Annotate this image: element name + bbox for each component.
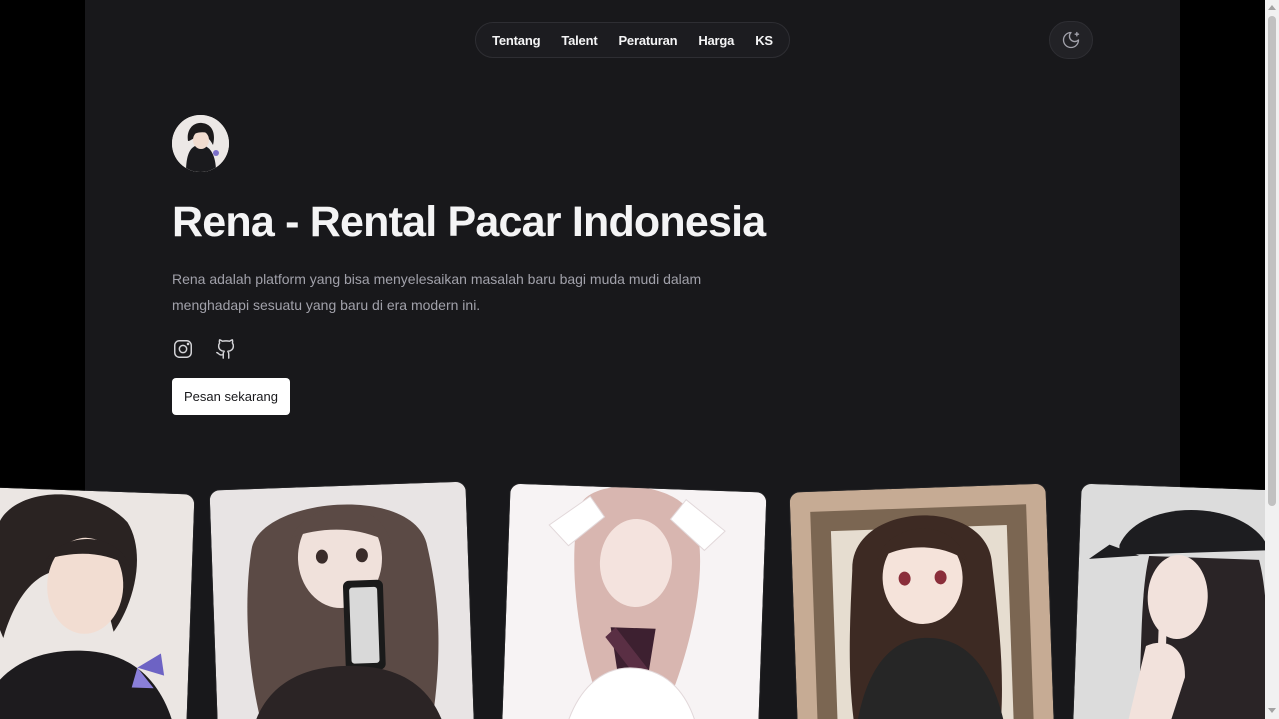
vertical-scrollbar[interactable] <box>1265 0 1279 719</box>
nav-item-tentang[interactable]: Tentang <box>482 33 551 48</box>
gallery-photo <box>0 485 195 719</box>
gallery-photo <box>1072 483 1265 719</box>
avatar <box>172 115 229 172</box>
hero-description: Rena adalah platform yang bisa menyelesa… <box>172 271 702 313</box>
nav-item-peraturan[interactable]: Peraturan <box>608 33 688 48</box>
nav-item-ks[interactable]: KS <box>745 33 784 48</box>
top-navbar: Tentang Talent Peraturan Harga KS <box>475 22 790 58</box>
scroll-down-arrow-icon[interactable] <box>1268 708 1276 713</box>
nav-item-harga[interactable]: Harga <box>688 33 745 48</box>
gallery-photo <box>209 481 475 719</box>
theme-toggle-button[interactable] <box>1049 21 1093 59</box>
nav-item-talent[interactable]: Talent <box>551 33 608 48</box>
github-link[interactable] <box>215 338 237 360</box>
instagram-link[interactable] <box>172 338 194 360</box>
order-now-button[interactable]: Pesan sekarang <box>172 378 290 415</box>
moon-star-icon <box>1062 31 1080 49</box>
gallery-photo <box>501 483 767 719</box>
page: Tentang Talent Peraturan Harga KS Rena -… <box>0 0 1279 719</box>
photo-gallery <box>0 480 1265 719</box>
scrollbar-thumb[interactable] <box>1268 16 1276 506</box>
github-icon <box>216 339 235 359</box>
scroll-up-arrow-icon[interactable] <box>1268 5 1276 10</box>
gallery-photo <box>789 483 1055 719</box>
instagram-icon <box>174 340 192 358</box>
page-title: Rena - Rental Pacar Indonesia <box>172 198 766 246</box>
